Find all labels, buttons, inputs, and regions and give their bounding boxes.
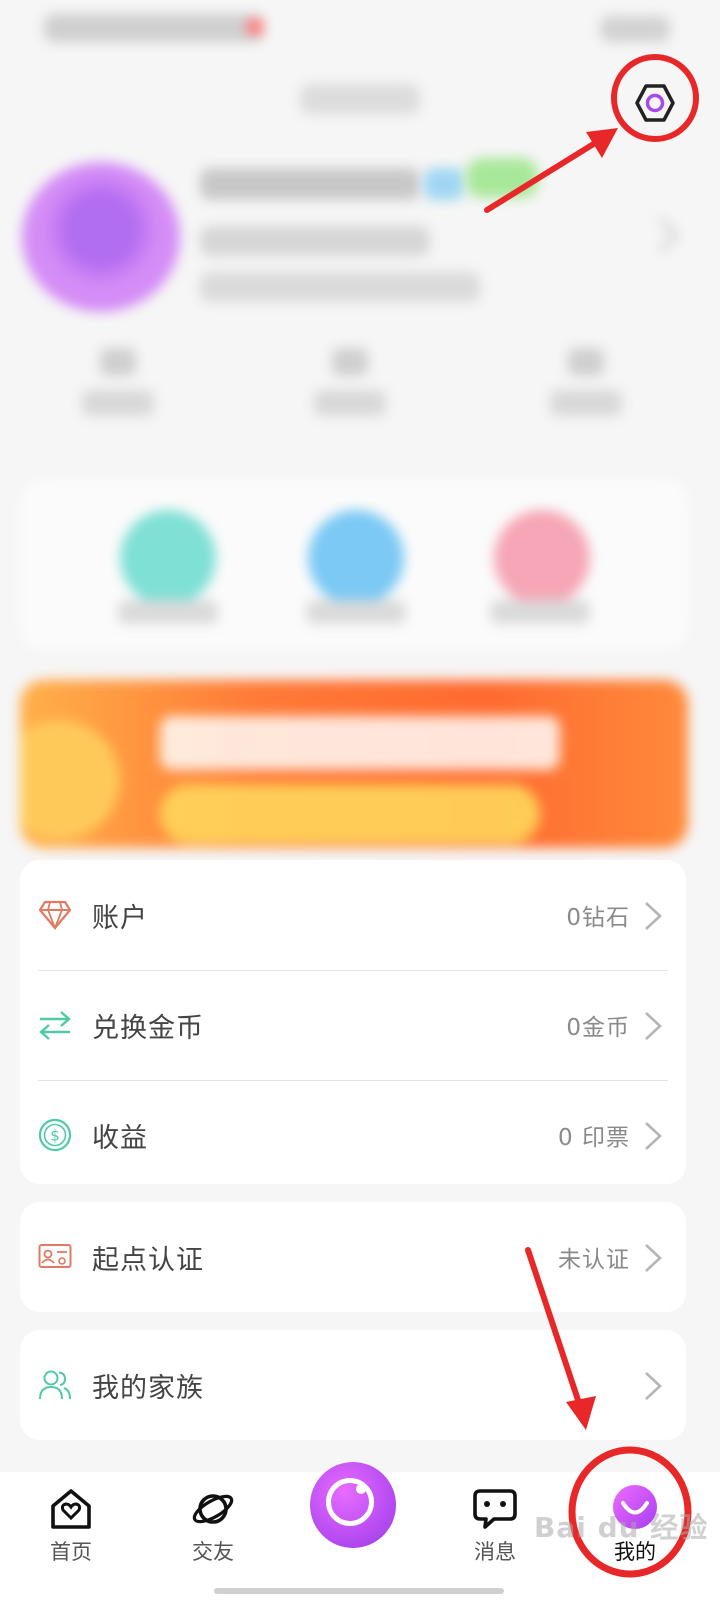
- profile-id: [200, 226, 430, 256]
- dollar-coin-icon: $: [38, 1118, 72, 1152]
- settings-hexagon-icon: [635, 84, 675, 122]
- nav-home-label: 首页: [50, 1540, 92, 1564]
- profile-chevron-right-icon[interactable]: [654, 215, 682, 255]
- menu-label-earnings: 收益: [92, 1122, 148, 1154]
- banner-coins-decoration: [160, 784, 540, 844]
- status-bar-left: [44, 14, 264, 42]
- quick-action-teal-icon[interactable]: [120, 510, 216, 606]
- wallet-card: 账户 0钻石 兑换金币 0金币 $ 收益 0 印票: [20, 860, 686, 1184]
- settings-button[interactable]: [630, 78, 680, 128]
- menu-value-certification: 未认证: [558, 1247, 630, 1273]
- chevron-right-icon: [645, 1372, 662, 1400]
- menu-value-account: 0钻石: [566, 905, 630, 931]
- people-icon: [38, 1368, 72, 1402]
- swap-arrows-icon: [38, 1008, 72, 1042]
- nav-friends-label: 交友: [192, 1540, 234, 1564]
- chevron-right-icon: [645, 1244, 662, 1272]
- banner-decoration: [20, 720, 120, 840]
- menu-value-earnings: 0 印票: [558, 1125, 630, 1151]
- stat-fans[interactable]: [310, 348, 390, 428]
- chevron-right-icon: [645, 902, 662, 930]
- quick-action-label: [490, 600, 590, 624]
- certification-card: 起点认证 未认证: [20, 1202, 686, 1312]
- menu-row-certification[interactable]: 起点认证 未认证: [20, 1202, 686, 1312]
- menu-value-exchange: 0金币: [566, 1015, 630, 1041]
- avatar[interactable]: [22, 162, 180, 312]
- menu-row-family[interactable]: 我的家族: [20, 1330, 686, 1440]
- banner-headline: [160, 716, 560, 770]
- nav-friends[interactable]: 交友: [158, 1472, 268, 1600]
- svg-text:$: $: [50, 1127, 60, 1145]
- diamond-icon: [38, 898, 72, 932]
- menu-label-certification: 起点认证: [92, 1244, 204, 1276]
- menu-label-account: 账户: [92, 902, 148, 934]
- nav-home[interactable]: 首页: [16, 1472, 126, 1600]
- quick-action-blue-icon[interactable]: [308, 510, 404, 606]
- home-indicator: [214, 1588, 504, 1594]
- chat-bubble-icon: [473, 1489, 517, 1529]
- menu-row-earnings[interactable]: $ 收益 0 印票: [20, 1080, 686, 1190]
- annotation-arrowhead-settings: [586, 128, 618, 158]
- stat-following[interactable]: [78, 348, 158, 428]
- planet-icon: [192, 1494, 234, 1524]
- camera-lens-icon: [326, 1478, 374, 1526]
- menu-label-family: 我的家族: [92, 1372, 204, 1404]
- page-title: [300, 84, 420, 114]
- id-card-icon: [38, 1240, 72, 1274]
- quick-action-label: [118, 600, 218, 624]
- chevron-right-icon: [645, 1012, 662, 1040]
- family-card: 我的家族: [20, 1330, 686, 1440]
- home-heart-icon: [51, 1489, 91, 1529]
- nav-center-live-button[interactable]: [310, 1462, 396, 1548]
- status-bar: [0, 0, 720, 58]
- stat-visitors[interactable]: [546, 348, 626, 428]
- status-bar-notification-dot: [246, 18, 264, 36]
- profile-nickname: [200, 168, 420, 200]
- menu-row-exchange[interactable]: 兑换金币 0金币: [20, 970, 686, 1080]
- baidu-watermark: Bai du 经验: [534, 1511, 709, 1544]
- promo-banner[interactable]: [20, 680, 688, 848]
- menu-label-exchange: 兑换金币: [92, 1012, 204, 1044]
- profile-badge: [424, 168, 464, 200]
- menu-row-account[interactable]: 账户 0钻石: [20, 860, 686, 970]
- quick-actions-card: [20, 480, 688, 650]
- profile-signature: [200, 272, 480, 302]
- quick-action-label: [306, 600, 406, 624]
- chevron-right-icon: [645, 1122, 662, 1150]
- quick-action-pink-icon[interactable]: [494, 510, 590, 606]
- status-bar-right: [600, 16, 670, 42]
- profile-level-badge: [466, 158, 538, 198]
